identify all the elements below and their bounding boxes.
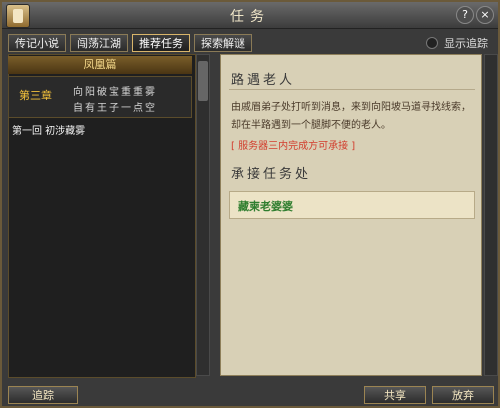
- chapter-subtitle-line2: 自有王子一点空: [73, 103, 157, 114]
- quest-list-item[interactable]: 第一回 初涉藏雾: [8, 122, 192, 137]
- title-divider: [229, 89, 475, 90]
- toggle-indicator[interactable]: [426, 37, 438, 49]
- quest-title: 路遇老人: [231, 73, 296, 88]
- left-scrollbar[interactable]: [196, 54, 210, 376]
- tab-puzzle[interactable]: 探索解谜: [194, 34, 252, 52]
- abandon-button[interactable]: 放弃: [432, 386, 494, 404]
- track-button[interactable]: 追踪: [8, 386, 78, 404]
- tab-jianghu[interactable]: 闯荡江湖: [70, 34, 128, 52]
- close-icon[interactable]: ×: [476, 6, 494, 24]
- window-title: 任务: [230, 9, 270, 25]
- quest-window: 任务 ? × 传记小说 闯荡江湖 推荐任务 探索解谜 显示追踪 凤凰篇 第三章 …: [0, 0, 500, 408]
- share-button[interactable]: 共享: [364, 386, 426, 404]
- quest-description: 由戚眉弟子处打听到消息，来到向阳坡马道寻找线索，却在半路遇到一个腿脚不便的老人。: [231, 102, 471, 131]
- show-tracking-toggle[interactable]: 显示追踪: [426, 35, 488, 51]
- chapter-number: 第三章: [19, 89, 52, 102]
- left-scroll-thumb[interactable]: [198, 61, 208, 101]
- quest-detail-panel: 路遇老人 由戚眉弟子处打听到消息，来到向阳坡马道寻找线索，却在半路遇到一个腿脚不…: [220, 54, 482, 376]
- help-icon[interactable]: ?: [456, 6, 474, 24]
- title-bar: 任务 ? ×: [2, 2, 498, 29]
- npc-name[interactable]: 藏柬老婆婆: [238, 198, 293, 214]
- tab-biography[interactable]: 传记小说: [8, 34, 66, 52]
- chapter-subtitle-line1: 向阳破宝重重雾: [73, 87, 157, 98]
- chapter-card[interactable]: 第三章 向阳破宝重重雾 自有王子一点空: [8, 76, 192, 118]
- quest-warning: [ 服务器三内完成方可承接 ]: [231, 141, 356, 152]
- chapter-category[interactable]: 凤凰篇: [8, 56, 192, 74]
- toggle-label: 显示追踪: [444, 37, 488, 50]
- right-scrollbar[interactable]: [484, 54, 498, 376]
- npc-box[interactable]: 藏柬老婆婆: [229, 191, 475, 219]
- accept-section-title: 承接任务处: [231, 167, 312, 182]
- tab-recommended[interactable]: 推荐任务: [132, 34, 190, 52]
